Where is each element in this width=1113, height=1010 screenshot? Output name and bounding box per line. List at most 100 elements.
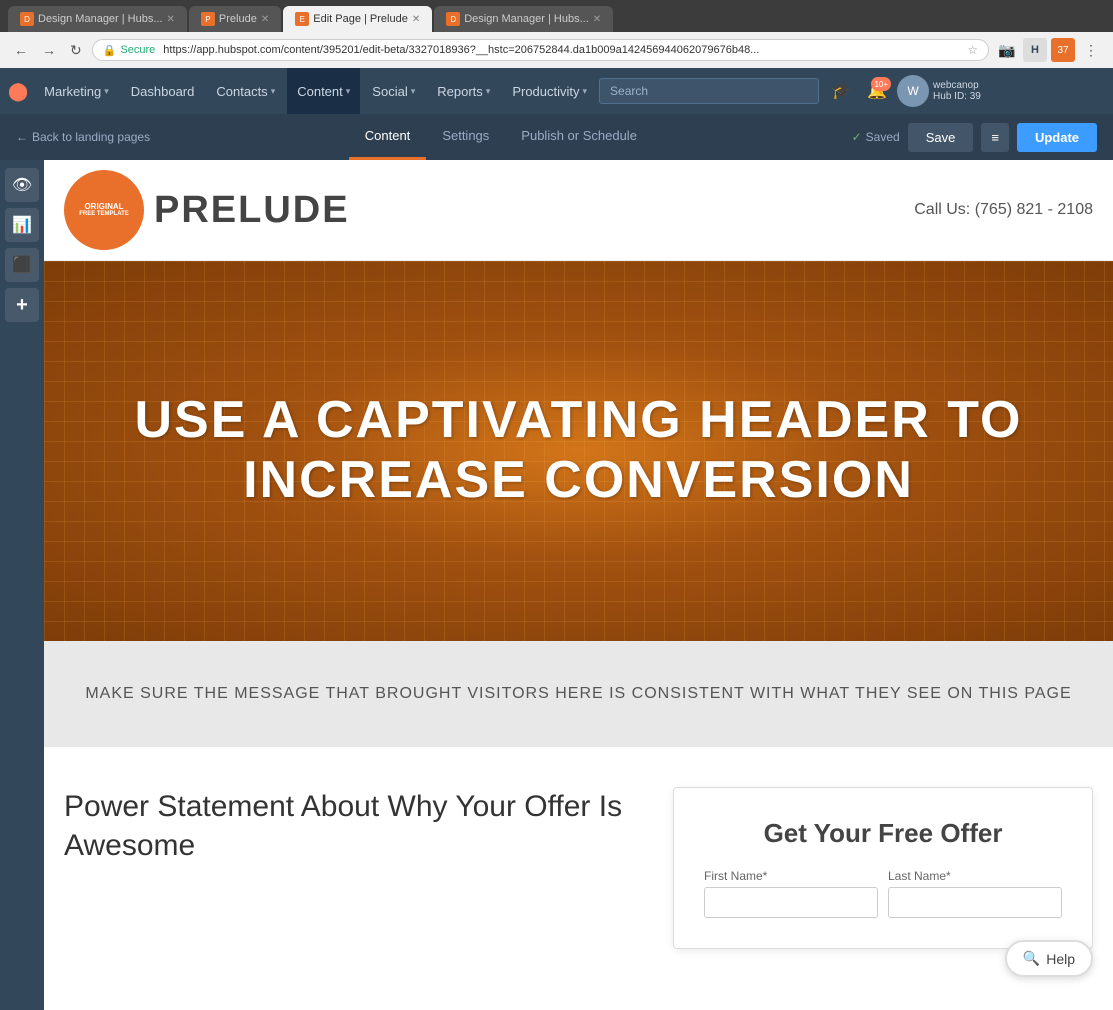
nav-item-reports[interactable]: Reports ▾: [427, 68, 500, 114]
power-statement-heading: Power Statement About Why Your Offer Is …: [64, 787, 633, 865]
tab-close-2[interactable]: ✕: [261, 14, 269, 25]
stats-icon: 📊: [12, 215, 32, 235]
badge-line2: FREE TEMPLATE: [79, 211, 129, 218]
first-name-label: First Name*: [704, 869, 878, 883]
first-name-field: First Name*: [704, 869, 878, 918]
hubspot-navbar: ⬤ Marketing ▾ Dashboard Contacts ▾ Conte…: [0, 68, 1113, 114]
extension-button[interactable]: 37: [1051, 38, 1075, 62]
star-icon[interactable]: ☆: [967, 43, 978, 57]
tab-design-manager-2[interactable]: D Design Manager | Hubs... ✕: [434, 6, 613, 32]
subhero-section: MAKE SURE THE MESSAGE THAT BROUGHT VISIT…: [44, 641, 1113, 747]
forward-button[interactable]: →: [38, 40, 60, 60]
last-name-field: Last Name*: [888, 869, 1062, 918]
productivity-chevron-icon: ▾: [583, 86, 588, 97]
saved-check-icon: ✓: [852, 130, 862, 144]
prelude-title: PRELUDE: [154, 189, 350, 232]
help-button[interactable]: 🔍 Help: [1005, 940, 1093, 977]
nav-item-dashboard[interactable]: Dashboard: [121, 68, 205, 114]
nav-item-social[interactable]: Social ▾: [362, 68, 425, 114]
left-sidebar: 👁 📊 ⬛ +: [0, 160, 44, 1010]
hubspot-button[interactable]: H: [1023, 38, 1047, 62]
reports-chevron-icon: ▾: [486, 86, 491, 97]
tab-label-3: Edit Page | Prelude: [313, 13, 408, 25]
bottom-section: Power Statement About Why Your Offer Is …: [44, 747, 1113, 989]
nav-item-marketing[interactable]: Marketing ▾: [34, 68, 119, 114]
user-avatar[interactable]: W: [897, 75, 929, 107]
modules-button[interactable]: ⬛: [5, 248, 39, 282]
tab-close-4[interactable]: ✕: [593, 14, 601, 25]
user-info: webcanop Hub ID: 39: [933, 80, 981, 102]
notifications-button[interactable]: 🔔 10+: [861, 75, 893, 107]
hero-heading: USE A CAPTIVATING HEADER TO INCREASE CON…: [135, 391, 1023, 511]
content-chevron-icon: ▾: [346, 86, 351, 97]
save-button[interactable]: Save: [908, 123, 974, 152]
camera-button[interactable]: 📷: [995, 38, 1019, 62]
prelude-badge: ORIGINAL FREE TEMPLATE: [64, 170, 144, 250]
help-search-icon: 🔍: [1023, 950, 1040, 967]
marketing-chevron-icon: ▾: [104, 86, 109, 97]
stats-button[interactable]: 📊: [5, 208, 39, 242]
tab-bar: D Design Manager | Hubs... ✕ P Prelude ✕…: [0, 0, 1113, 32]
tab-close-3[interactable]: ✕: [412, 14, 420, 25]
offer-form: Get Your Free Offer First Name* Last Nam…: [673, 787, 1093, 949]
notifications-badge: 10+: [871, 77, 891, 91]
secure-label: Secure: [120, 44, 155, 56]
subhero-text: MAKE SURE THE MESSAGE THAT BROUGHT VISIT…: [64, 681, 1093, 707]
tab-favicon-1: D: [20, 12, 34, 26]
page-content: ORIGINAL FREE TEMPLATE PRELUDE Call Us: …: [44, 160, 1113, 1010]
back-button[interactable]: ←: [10, 40, 32, 60]
eye-icon: 👁: [12, 175, 32, 195]
last-name-input[interactable]: [888, 887, 1062, 918]
nav-item-productivity[interactable]: Productivity ▾: [502, 68, 597, 114]
search-input[interactable]: [599, 78, 819, 104]
tab-close-1[interactable]: ✕: [167, 14, 175, 25]
badge-line1: ORIGINAL: [79, 202, 129, 212]
back-to-landing-pages-link[interactable]: ← Back to landing pages: [16, 130, 150, 144]
nav-item-content[interactable]: Content ▾: [287, 68, 360, 114]
tab-label-4: Design Manager | Hubs...: [464, 13, 589, 25]
hub-id-label: Hub ID: 39: [933, 91, 981, 102]
tab-edit-page[interactable]: E Edit Page | Prelude ✕: [283, 6, 432, 32]
tab-settings[interactable]: Settings: [426, 114, 505, 160]
edit-toolbar: ← Back to landing pages Content Settings…: [0, 114, 1113, 160]
options-button[interactable]: ≡: [981, 123, 1009, 152]
add-button[interactable]: +: [5, 288, 39, 322]
tab-content[interactable]: Content: [349, 114, 427, 160]
prelude-header: ORIGINAL FREE TEMPLATE PRELUDE Call Us: …: [44, 160, 1113, 261]
browser-actions: 📷 H 37 ⋮: [995, 38, 1103, 62]
search-container: [599, 78, 819, 104]
tab-favicon-3: E: [295, 12, 309, 26]
back-link-label: Back to landing pages: [32, 130, 150, 144]
url-display: https://app.hubspot.com/content/395201/e…: [163, 44, 759, 56]
prelude-badge-inner: ORIGINAL FREE TEMPLATE: [79, 202, 129, 219]
hubspot-logo-icon: ⬤: [8, 81, 28, 102]
hero-text: USE A CAPTIVATING HEADER TO INCREASE CON…: [95, 331, 1063, 571]
tab-publish-schedule[interactable]: Publish or Schedule: [505, 114, 653, 160]
help-label: Help: [1046, 951, 1075, 967]
prelude-logo-area: ORIGINAL FREE TEMPLATE PRELUDE: [64, 170, 350, 250]
contacts-chevron-icon: ▾: [271, 86, 276, 97]
update-button[interactable]: Update: [1017, 123, 1097, 152]
preview-button[interactable]: 👁: [5, 168, 39, 202]
back-arrow-icon: ←: [16, 130, 28, 144]
add-icon: +: [16, 294, 28, 317]
refresh-button[interactable]: ↻: [66, 40, 86, 61]
menu-button[interactable]: ⋮: [1079, 38, 1103, 62]
form-name-row: First Name* Last Name*: [704, 869, 1062, 918]
nav-right-actions: 🎓 🔔 10+ W webcanop Hub ID: 39: [825, 75, 981, 107]
saved-status: ✓ Saved: [852, 130, 900, 144]
last-name-label: Last Name*: [888, 869, 1062, 883]
academy-button[interactable]: 🎓: [825, 75, 857, 107]
tab-prelude[interactable]: P Prelude ✕: [189, 6, 281, 32]
first-name-input[interactable]: [704, 887, 878, 918]
address-input[interactable]: 🔒 Secure https://app.hubspot.com/content…: [92, 39, 989, 61]
prelude-phone: Call Us: (765) 821 - 2108: [914, 201, 1093, 219]
tab-design-manager-1[interactable]: D Design Manager | Hubs... ✕: [8, 6, 187, 32]
tab-label-2: Prelude: [219, 13, 257, 25]
hero-heading-line2: INCREASE CONVERSION: [135, 451, 1023, 511]
saved-label: Saved: [866, 130, 900, 144]
username-label: webcanop: [933, 80, 981, 91]
tab-favicon-2: P: [201, 12, 215, 26]
editor-area: 👁 📊 ⬛ + ORIGINAL FREE TEMPLATE PRELUDE: [0, 160, 1113, 1010]
nav-item-contacts[interactable]: Contacts ▾: [206, 68, 285, 114]
